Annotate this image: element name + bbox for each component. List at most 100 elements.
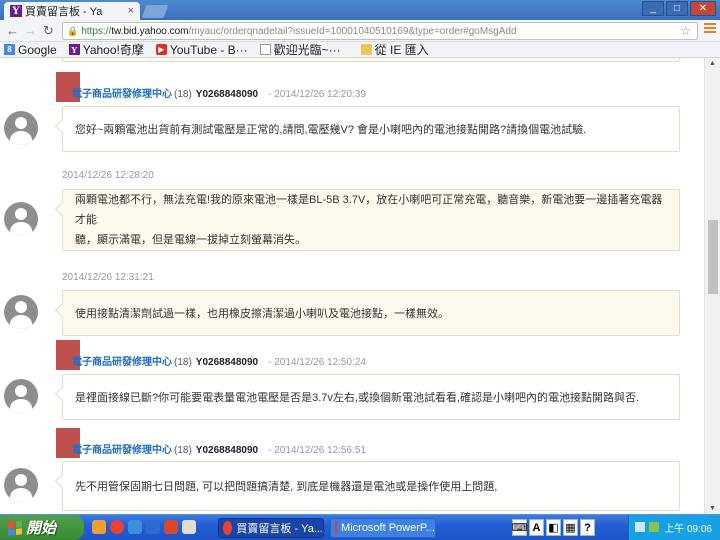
seller-id: Y0268848090 — [195, 445, 259, 456]
browser-toolbar: ← → ↻ 🔒 https:// tw.bid.yahoo.com /myauc… — [0, 20, 720, 42]
network-icon[interactable] — [649, 522, 659, 532]
bookmark-label: Yahoo!奇摩 — [82, 43, 144, 57]
taskbar-item-chrome[interactable]: 買賣留言板 - Ya... — [218, 518, 324, 538]
previous-message-card — [62, 58, 680, 62]
message-text: 兩顆電池都不行，無法充電!我的原來電池一樣是BL-5B 3.7V，放在小喇吧可正… — [75, 194, 663, 226]
vertical-scrollbar[interactable]: ▲ ▼ — [704, 58, 720, 514]
message-text: 聽，顯示滿電，但是電線一拔掉立刻螢幕消失。 — [75, 234, 306, 246]
timestamp: - 2014/12/26 12:20:39 — [268, 89, 366, 100]
message-card: 是裡面接線已斷?你可能要電表量電池電壓是否是3.7v左右,或換個新電池試看看,確… — [54, 374, 680, 420]
url-host: tw.bid.yahoo.com — [111, 25, 189, 37]
folder-icon — [360, 44, 372, 55]
windows-logo-icon — [8, 519, 22, 536]
tab-title: 買賣留言板 - Ya — [25, 6, 103, 18]
message-text: 您好~兩顆電池出貨前有測試電壓是正常的,請問,電壓幾V? 會是小喇吧內的電池接點… — [75, 124, 587, 136]
message-text: 先不用管保固期七日問題, 可以把問題搞清楚, 到底是機器還是電池或是操作使用上問… — [75, 481, 498, 493]
yahoo-icon: Y — [68, 44, 80, 55]
help-icon[interactable]: ? — [580, 519, 595, 536]
bookmarks-bar: 8 Google Y Yahoo!奇摩 ▶ YouTube - B··· 歡迎光… — [0, 42, 720, 58]
bookmark-label: 從 IE 匯入 — [374, 43, 429, 57]
user-avatar-icon — [4, 295, 38, 329]
quick-launch-app-icon[interactable] — [164, 520, 178, 534]
minimize-icon[interactable]: _ — [642, 1, 664, 16]
seller-name-link[interactable]: 電子商品研發修理中心 — [72, 441, 172, 456]
seller-header: 電子商品研發修理中心 (18) Y0268848090 - 2014/12/26… — [56, 428, 366, 458]
quick-launch-app-icon[interactable] — [128, 520, 142, 534]
input-mode-indicator[interactable]: A — [529, 519, 544, 536]
message-text: 是裡面接線已斷?你可能要電表量電池電壓是否是3.7v左右,或換個新電池試看看,確… — [75, 392, 640, 404]
close-window-icon[interactable]: ✕ — [690, 1, 716, 16]
chrome-icon — [223, 521, 233, 535]
quick-launch-app-icon[interactable] — [182, 520, 196, 534]
message-card: 先不用管保固期七日問題, 可以把問題搞清楚, 到底是機器還是電池或是操作使用上問… — [54, 461, 680, 511]
message-board: 電子商品研發修理中心 (18) Y0268848090 - 2014/12/26… — [0, 58, 704, 514]
start-button[interactable]: 開始 — [0, 515, 84, 540]
tab-close-icon[interactable]: × — [128, 5, 134, 17]
bookmark-google[interactable]: 8 Google — [4, 43, 57, 57]
taskbar-item-powerpoint[interactable]: Microsoft PowerP... — [330, 518, 436, 538]
bookmark-welcome[interactable]: 歡迎光臨~··· — [259, 41, 341, 58]
user-avatar-icon — [4, 468, 38, 502]
quick-launch-app-icon[interactable] — [92, 520, 106, 534]
message-card: 您好~兩顆電池出貨前有測試電壓是正常的,請問,電壓幾V? 會是小喇吧內的電池接點… — [54, 106, 680, 152]
ie-icon[interactable] — [146, 520, 160, 534]
timestamp: - 2014/12/26 12:56:51 — [268, 445, 366, 456]
yahoo-favicon-icon: Y — [10, 5, 22, 17]
bookmark-folder-ie[interactable]: 從 IE 匯入 — [360, 41, 429, 58]
tab-active[interactable]: Y 買賣留言板 - Ya × — [4, 2, 140, 20]
start-label: 開始 — [26, 520, 57, 537]
maximize-icon[interactable]: □ — [666, 1, 688, 16]
language-bar: ⌨ A ◧ ▦ ? — [512, 519, 595, 536]
message-card: 兩顆電池都不行，無法充電!我的原來電池一樣是BL-5B 3.7V，放在小喇吧可正… — [54, 189, 680, 251]
scroll-up-icon[interactable]: ▲ — [709, 60, 716, 67]
rating-count: (18) — [174, 89, 192, 100]
powerpoint-icon — [335, 521, 338, 535]
scroll-down-icon[interactable]: ▼ — [709, 505, 716, 512]
address-bar[interactable]: 🔒 https:// tw.bid.yahoo.com /myauc/order… — [62, 22, 698, 40]
taskbar-item-label: 買賣留言板 - Ya... — [236, 523, 323, 535]
seller-name-link[interactable]: 電子商品研發修理中心 — [72, 353, 172, 368]
bookmark-star-icon[interactable]: ☆ — [680, 24, 691, 38]
timestamp: 2014/12/26 12:28:20 — [62, 170, 154, 181]
message-text: 使用接點清潔劑試過一樣，也用橡皮擦清潔過小喇叭及電池接點，一樣無效。 — [75, 308, 449, 320]
browser-window: Y 買賣留言板 - Ya × _ □ ✕ ← → ↻ 🔒 https:// tw… — [0, 0, 720, 540]
windows-taskbar: 開始 買賣留言板 - Ya... Microsoft PowerP... ⌨ A… — [0, 514, 720, 540]
chrome-menu-icon[interactable] — [704, 23, 716, 35]
url-path: /myauc/orderqnadetail?issueId=1000104051… — [188, 25, 517, 37]
bookmark-youtube[interactable]: ▶ YouTube - B··· — [155, 42, 248, 57]
clock[interactable]: 上午 09:06 — [664, 520, 712, 535]
seller-header: 電子商品研發修理中心 (18) Y0268848090 - 2014/12/26… — [56, 72, 366, 102]
seller-id: Y0268848090 — [195, 357, 259, 368]
youtube-icon: ▶ — [155, 44, 167, 55]
tab-strip: Y 買賣留言板 - Ya × _ □ ✕ — [0, 0, 720, 20]
user-avatar-icon — [4, 379, 38, 413]
rating-count: (18) — [174, 445, 192, 456]
forward-arrow-icon[interactable]: → — [24, 23, 37, 38]
taskbar-item-label: Microsoft PowerP... — [341, 522, 435, 534]
bookmark-yahoo[interactable]: Y Yahoo!奇摩 — [68, 41, 144, 58]
quick-launch — [92, 520, 196, 534]
url-scheme: https:// — [81, 25, 112, 37]
window-controls: _ □ ✕ — [642, 1, 716, 16]
rating-count: (18) — [174, 357, 192, 368]
system-tray: 上午 09:06 — [628, 515, 720, 540]
seller-name-link[interactable]: 電子商品研發修理中心 — [72, 85, 172, 100]
scrollbar-thumb[interactable] — [708, 220, 718, 294]
message-card: 使用接點清潔劑試過一樣，也用橡皮擦清潔過小喇叭及電池接點，一樣無效。 — [54, 290, 680, 336]
google-icon: 8 — [4, 44, 15, 55]
speaker-icon[interactable] — [635, 522, 645, 532]
chrome-icon[interactable] — [110, 520, 124, 534]
timestamp: 2014/12/26 12:31:21 — [62, 272, 154, 283]
timestamp: - 2014/12/26 12:50:24 — [268, 357, 366, 368]
lock-icon: 🔒 — [67, 25, 79, 36]
ime-settings-icon[interactable]: ▦ — [563, 519, 578, 536]
bookmark-label: YouTube - B··· — [169, 42, 248, 57]
user-avatar-icon — [4, 111, 38, 145]
ime-icon[interactable]: ⌨ — [512, 519, 527, 536]
back-arrow-icon[interactable]: ← — [6, 23, 19, 38]
reload-icon[interactable]: ↻ — [43, 23, 54, 39]
seller-id: Y0268848090 — [195, 89, 259, 100]
user-avatar-icon — [4, 202, 38, 236]
new-tab-button[interactable] — [141, 5, 169, 18]
ime-mode-icon[interactable]: ◧ — [546, 519, 561, 536]
